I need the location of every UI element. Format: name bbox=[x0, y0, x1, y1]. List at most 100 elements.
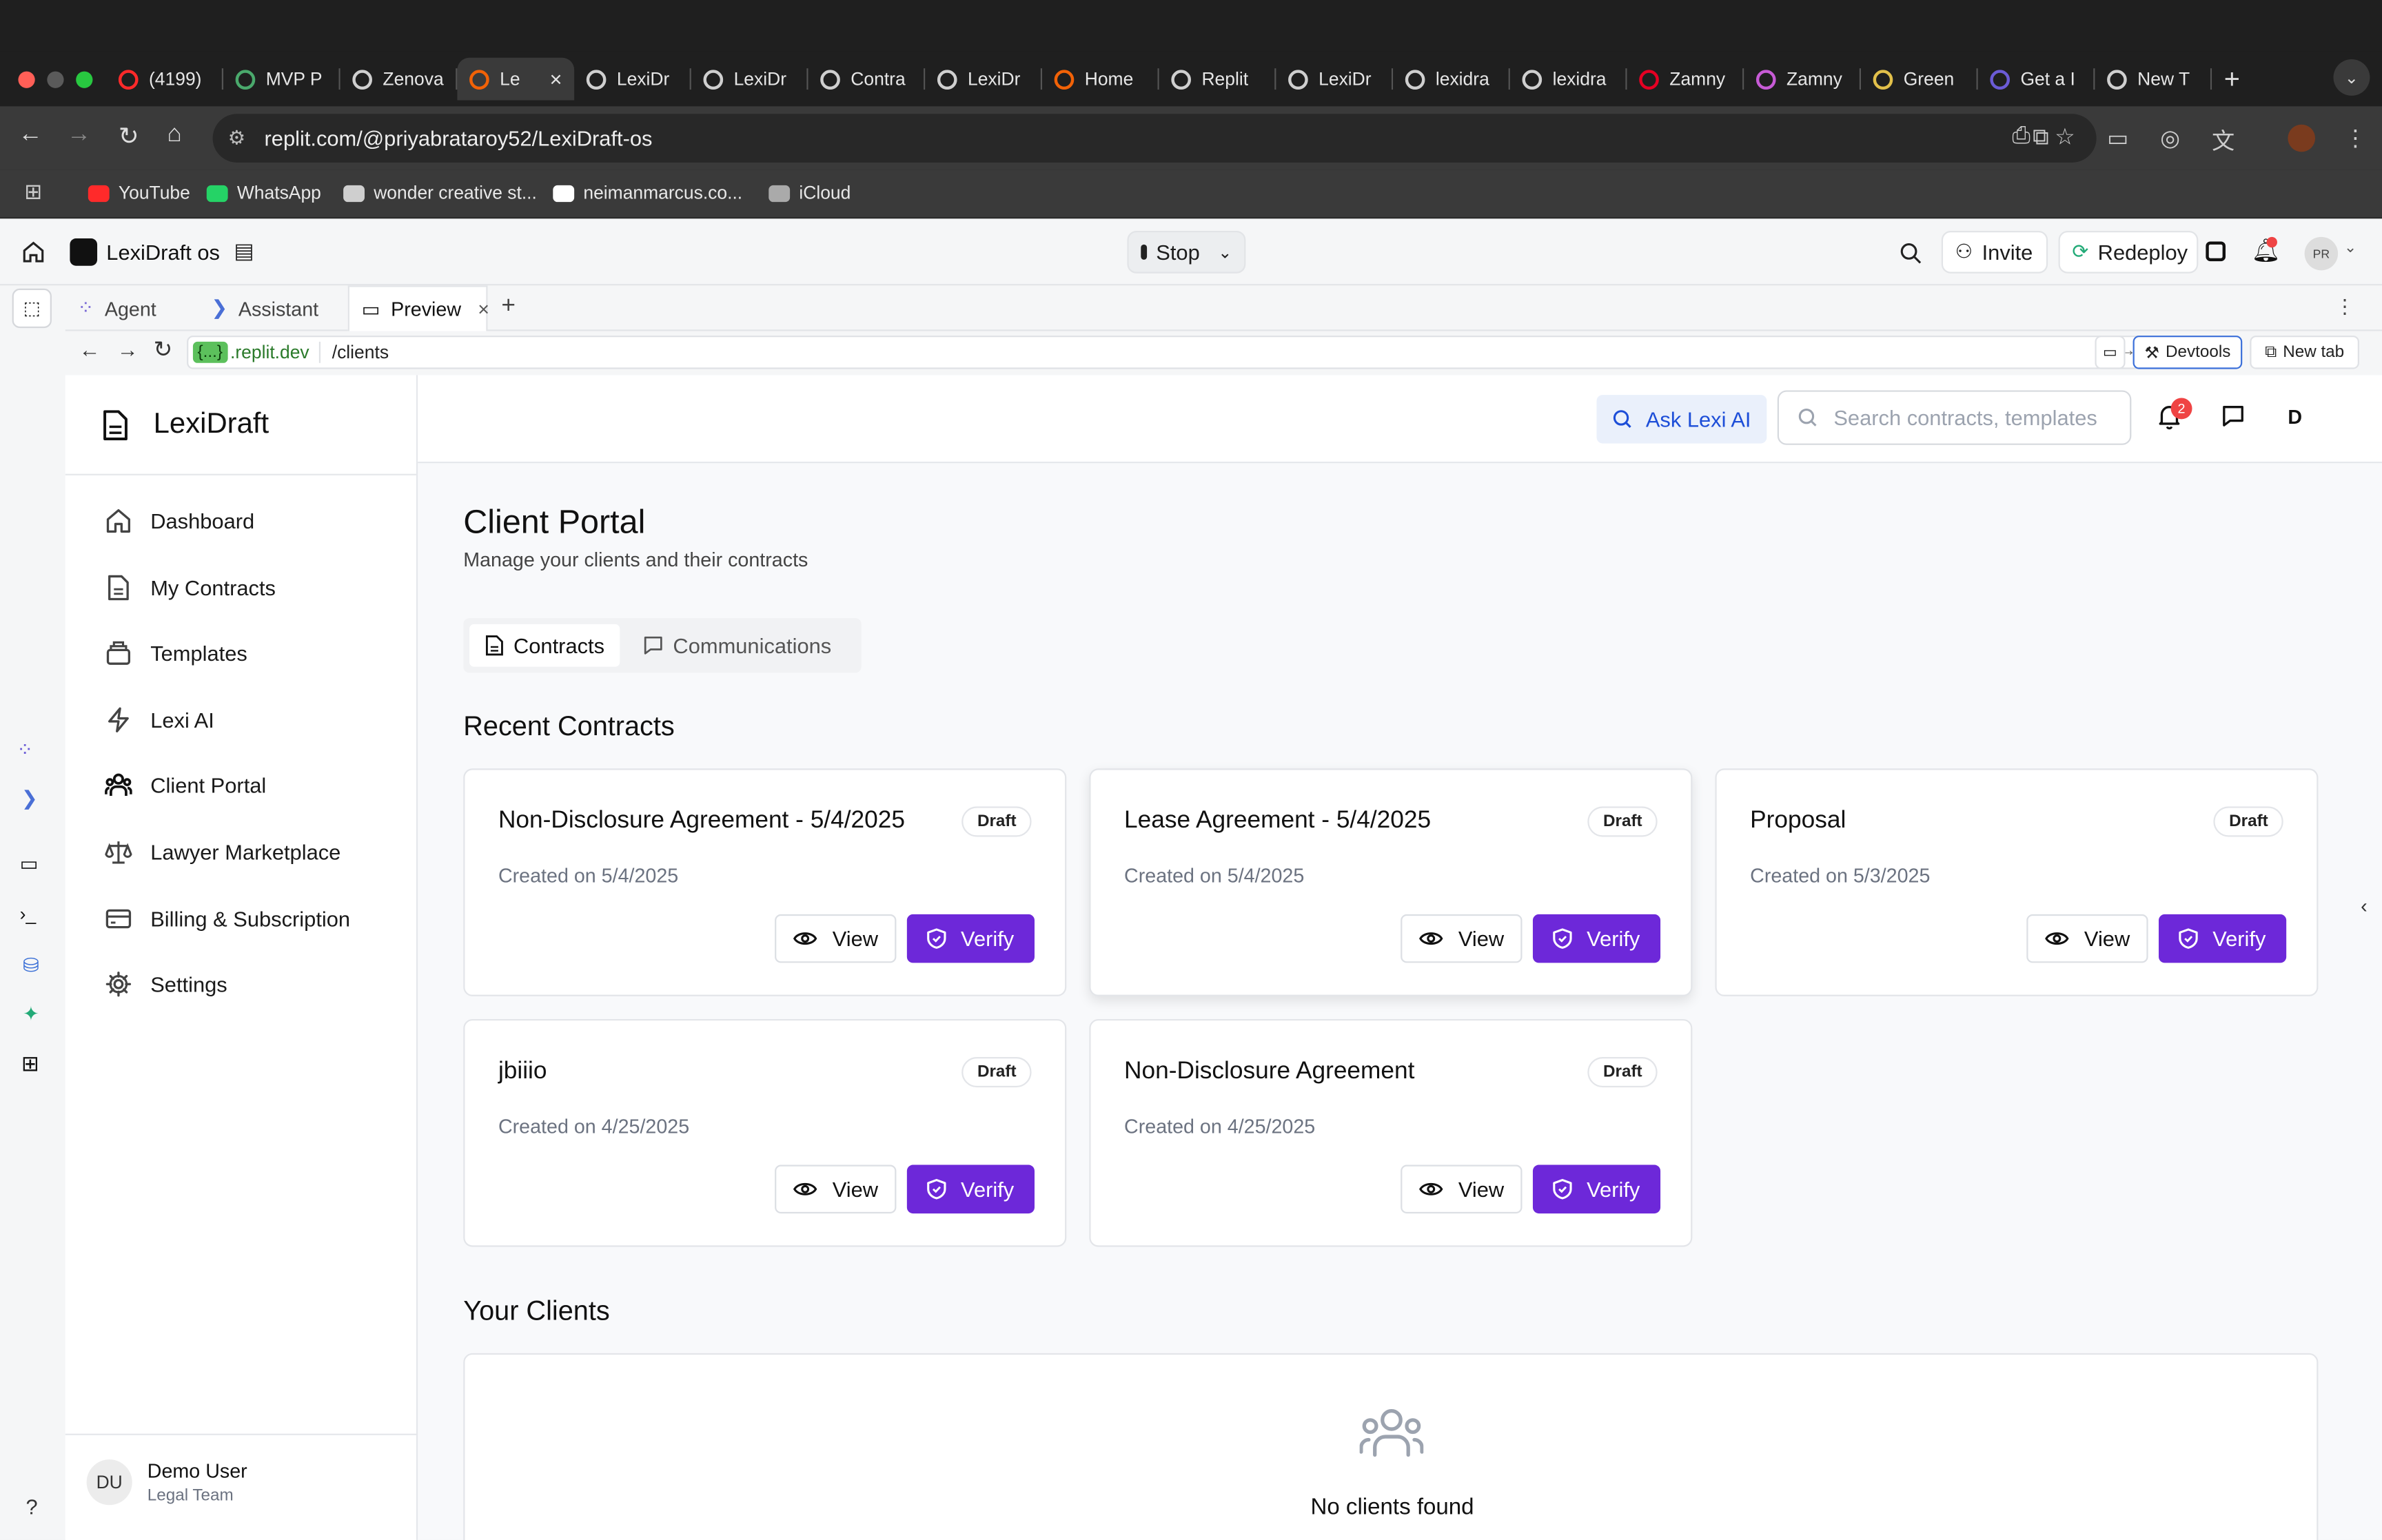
chevron-down-icon[interactable]: ⌄ bbox=[2344, 240, 2356, 256]
back-icon[interactable]: ← bbox=[18, 121, 42, 149]
bookmark-item[interactable]: WhatsApp bbox=[206, 182, 321, 203]
files-icon[interactable]: ▤ bbox=[234, 238, 254, 264]
invite-button[interactable]: ⚇ Invite bbox=[1941, 231, 2048, 274]
reload-icon[interactable]: ↻ bbox=[154, 336, 173, 362]
bookmark-item[interactable]: iCloud bbox=[768, 182, 851, 203]
bookmark-item[interactable]: wonder creative st... bbox=[343, 182, 537, 203]
contract-card[interactable]: Proposal Draft Created on 5/3/2025 View Veri… bbox=[1715, 768, 2319, 996]
tab-contracts[interactable]: Contracts bbox=[469, 624, 620, 667]
sidebar-item-lexi-ai[interactable]: Lexi AI bbox=[105, 706, 214, 733]
new-tab-icon[interactable]: + bbox=[2224, 63, 2240, 94]
chrome-menu-icon[interactable]: ⋮ bbox=[2344, 125, 2367, 152]
browser-tab[interactable]: lexidra bbox=[1510, 58, 1627, 101]
minimize-window-icon[interactable] bbox=[47, 71, 64, 88]
project-name[interactable]: LexiDraft os bbox=[106, 240, 220, 264]
browser-tab[interactable]: Replit bbox=[1159, 58, 1276, 101]
sidebar-item-my-contracts[interactable]: My Contracts bbox=[105, 573, 276, 601]
agent-icon[interactable]: ⁘ bbox=[17, 738, 33, 762]
browser-tab[interactable]: (4199) bbox=[106, 58, 224, 101]
address-bar[interactable]: ⚙ replit.com/@priyabrataroy52/LexiDraft-… bbox=[212, 114, 2097, 163]
view-button[interactable]: View bbox=[775, 1164, 897, 1214]
sidebar-item-templates[interactable]: Templates bbox=[105, 639, 247, 667]
forward-icon[interactable]: → bbox=[67, 121, 91, 149]
sidebar-item-billing-subscription[interactable]: Billing & Subscription bbox=[105, 905, 350, 932]
forward-icon[interactable]: → bbox=[117, 337, 139, 361]
install-app-icon[interactable]: ⎙ bbox=[2012, 123, 2030, 151]
more-options-icon[interactable]: ⋮ bbox=[2335, 295, 2355, 319]
browser-tab[interactable]: LexiDr bbox=[1276, 58, 1394, 101]
view-button[interactable]: View bbox=[1401, 1164, 1523, 1214]
chevron-down-icon[interactable]: ⌄ bbox=[1218, 243, 1232, 262]
database-icon[interactable]: ⛁ bbox=[23, 954, 39, 978]
media-icon[interactable]: ▭ bbox=[2107, 125, 2128, 152]
browser-tab[interactable]: Home bbox=[1042, 58, 1159, 101]
bookmark-item[interactable]: YouTube bbox=[88, 182, 190, 203]
browser-tab[interactable]: Get a I bbox=[1978, 58, 2095, 101]
back-icon[interactable]: ← bbox=[79, 337, 101, 361]
all-tools-icon[interactable]: ⊞ bbox=[21, 1051, 39, 1076]
contract-card[interactable]: Lease Agreement - 5/4/2025 Draft Created o… bbox=[1089, 768, 1693, 996]
close-icon[interactable]: × bbox=[478, 298, 489, 320]
new-tab-icon[interactable]: ⬚ bbox=[12, 288, 52, 329]
contract-card[interactable]: Non-Disclosure Agreement Draft Created on … bbox=[1089, 1018, 1693, 1247]
user-profile[interactable]: DU Demo User Legal Team bbox=[65, 1433, 418, 1540]
browser-tab[interactable]: LexiDr bbox=[925, 58, 1043, 101]
layout-icon[interactable] bbox=[2206, 241, 2226, 262]
browser-tab[interactable]: Zenova bbox=[340, 58, 458, 101]
browser-tab[interactable]: MVP P bbox=[223, 58, 340, 101]
browser-tab[interactable]: LexiDr bbox=[691, 58, 808, 101]
profile-icon[interactable] bbox=[2288, 124, 2316, 152]
lens-icon[interactable]: ◎ bbox=[2160, 125, 2180, 152]
browser-tab[interactable]: New T bbox=[2095, 58, 2212, 101]
tab-preview[interactable]: ▭ Preview × bbox=[347, 285, 489, 331]
verify-button[interactable]: Verify bbox=[1532, 914, 1661, 963]
bookmark-star-icon[interactable]: ☆ bbox=[2055, 123, 2075, 150]
ask-lexi-button[interactable]: Ask Lexi AI bbox=[1596, 395, 1767, 444]
contract-card[interactable]: jbiiio Draft Created on 4/25/2025 View Verif… bbox=[463, 1018, 1067, 1247]
help-icon[interactable]: ? bbox=[26, 1495, 37, 1519]
site-settings-icon[interactable]: ⚙ bbox=[228, 126, 246, 150]
user-avatar[interactable]: PR bbox=[2304, 236, 2339, 271]
tab-communications[interactable]: Communications bbox=[627, 624, 846, 667]
stop-button[interactable]: Stop ⌄ bbox=[1127, 231, 1246, 274]
user-menu[interactable]: D bbox=[2288, 405, 2302, 428]
chevron-left-icon[interactable]: ‹ bbox=[2361, 894, 2368, 917]
tab-search-icon[interactable]: ⌄ bbox=[2333, 59, 2370, 96]
console-icon[interactable]: ›_ bbox=[20, 903, 37, 925]
tab-agent[interactable]: ⁘ Agent bbox=[65, 285, 199, 331]
tab-assistant[interactable]: ❯ Assistant bbox=[199, 285, 348, 331]
browser-tab[interactable]: Zamny bbox=[1627, 58, 1744, 101]
view-button[interactable]: View bbox=[1401, 914, 1523, 963]
home-icon[interactable]: ⌂ bbox=[167, 121, 181, 149]
sidebar-item-client-portal[interactable]: Client Portal bbox=[105, 772, 266, 800]
verify-button[interactable]: Verify bbox=[906, 914, 1035, 963]
extensions-icon[interactable]: ⧉ bbox=[2033, 125, 2049, 150]
close-window-icon[interactable] bbox=[18, 71, 35, 88]
bookmark-item[interactable]: neimanmarcus.co... bbox=[553, 182, 742, 203]
open-new-tab-button[interactable]: ⧉ New tab bbox=[2250, 336, 2359, 369]
device-icon[interactable]: ▭ bbox=[2095, 336, 2126, 369]
verify-button[interactable]: Verify bbox=[1532, 1164, 1661, 1214]
view-button[interactable]: View bbox=[2026, 914, 2148, 963]
browser-tab[interactable]: Contra bbox=[808, 58, 926, 101]
brand[interactable]: LexiDraft bbox=[65, 375, 416, 475]
verify-button[interactable]: Verify bbox=[2159, 914, 2287, 963]
search-input[interactable] bbox=[1833, 405, 2123, 430]
sidebar-item-dashboard[interactable]: Dashboard bbox=[105, 507, 254, 535]
browser-tab[interactable]: Green bbox=[1861, 58, 1978, 101]
deployments-icon[interactable]: ✦ bbox=[23, 1003, 39, 1027]
redeploy-button[interactable]: ⟳ Redeploy bbox=[2058, 231, 2199, 274]
contract-card[interactable]: Non-Disclosure Agreement - 5/4/2025 Draft… bbox=[463, 768, 1067, 996]
browser-tab[interactable]: Le × bbox=[457, 57, 575, 101]
replit-home-icon[interactable] bbox=[21, 240, 45, 264]
browser-tab[interactable]: Zamny bbox=[1744, 58, 1862, 101]
sidebar-item-lawyer-marketplace[interactable]: Lawyer Marketplace bbox=[105, 839, 340, 866]
search-icon[interactable] bbox=[1899, 241, 1922, 264]
browser-tab[interactable]: LexiDr bbox=[574, 58, 691, 101]
view-button[interactable]: View bbox=[775, 914, 897, 963]
browser-tab[interactable]: lexidra bbox=[1393, 58, 1510, 101]
close-icon[interactable]: × bbox=[549, 67, 562, 91]
maximize-window-icon[interactable] bbox=[76, 71, 93, 88]
message-icon[interactable] bbox=[2221, 404, 2245, 428]
devtools-button[interactable]: ⚒ Devtools bbox=[2132, 336, 2243, 369]
